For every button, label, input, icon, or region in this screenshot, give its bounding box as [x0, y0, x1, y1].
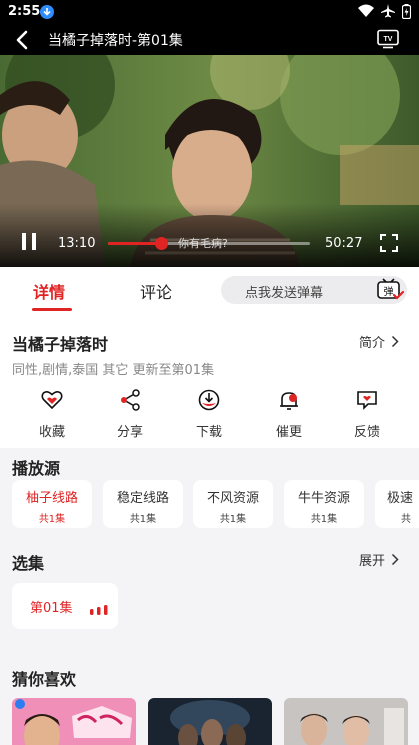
action-label: 催更 [275, 425, 302, 440]
feedback-button[interactable]: 反馈 [337, 387, 397, 440]
pause-button[interactable] [22, 233, 38, 251]
recommend-title: 猜你喜欢 [12, 670, 77, 689]
fullscreen-icon [380, 234, 398, 252]
progress-slider[interactable] [108, 237, 310, 250]
download-button[interactable]: 下载 [179, 387, 239, 440]
share-button[interactable]: 分享 [100, 387, 160, 440]
recommend-card[interactable] [148, 698, 272, 745]
recommend-card[interactable] [284, 698, 408, 745]
show-title: 当橘子掉落时 [12, 335, 109, 354]
intro-link[interactable]: 简介 [359, 332, 399, 351]
progress-fill [108, 242, 161, 245]
source-count: 共1集 [38, 514, 66, 525]
source-card[interactable]: 柚子线路 共1集 [12, 480, 92, 528]
episode-label: 第01集 [30, 601, 73, 616]
action-label: 反馈 [353, 425, 380, 440]
cast-tv-button[interactable]: TV [377, 29, 399, 53]
recommend-poster [284, 698, 408, 745]
chevron-left-icon [16, 30, 28, 50]
page-title: 当橘子掉落时-第01集 [48, 33, 183, 49]
source-name: 柚子线路 [25, 491, 78, 506]
progress-handle[interactable] [154, 237, 168, 250]
airplane-icon [381, 4, 395, 18]
action-label: 分享 [116, 425, 143, 440]
playing-indicator-icon [90, 605, 108, 615]
heart-icon [41, 391, 63, 410]
tab-comments[interactable]: 评论 [140, 279, 172, 303]
source-card[interactable]: 牛牛资源 共1集 [284, 480, 364, 528]
source-name: 稳定线路 [116, 491, 169, 506]
urge-update-button[interactable]: 催更 [259, 387, 319, 440]
favorite-button[interactable]: 收藏 [22, 387, 82, 440]
feedback-icon [357, 391, 377, 410]
tab-details[interactable]: 详情 [33, 279, 65, 303]
recommend-card[interactable] [12, 698, 136, 745]
status-time: 2:55 [8, 4, 41, 19]
player-controls: 13:10 50:27 [0, 233, 419, 257]
danmaku-placeholder: 点我发送弹幕 [245, 286, 324, 301]
episodes-title: 选集 [12, 554, 45, 573]
source-name: 不风资源 [206, 491, 259, 506]
svg-text:TV: TV [384, 36, 393, 43]
source-card[interactable]: 不风资源 共1集 [193, 480, 273, 528]
bell-icon [280, 392, 298, 410]
expand-label: 展开 [358, 554, 385, 569]
source-card[interactable]: 极速 共 [375, 480, 419, 528]
system-icons [358, 4, 411, 19]
header-bar: 当橘子掉落时-第01集 TV [0, 24, 419, 55]
back-button[interactable] [16, 30, 28, 54]
current-time: 13:10 [58, 236, 96, 251]
download-status-icon [40, 5, 54, 19]
danmaku-toggle-button[interactable]: 弹 [375, 275, 405, 309]
recommend-poster [148, 698, 272, 745]
source-count: 共 [401, 514, 411, 525]
episode-card[interactable]: 第01集 [12, 583, 118, 629]
sources-title: 播放源 [12, 459, 61, 478]
download-icon [198, 389, 220, 411]
status-bar: 2:55 [0, 0, 419, 24]
danmaku-icon: 弹 [377, 278, 405, 300]
detail-panel: 当橘子掉落时 简介 同性,剧情,泰国 其它 更新至第01集 收藏 分享 下载 催… [0, 313, 419, 448]
share-icon [121, 389, 140, 411]
source-count: 共1集 [219, 514, 247, 525]
battery-icon [402, 4, 411, 19]
source-name: 极速 [387, 491, 414, 506]
pause-icon [22, 233, 26, 250]
recommend-poster [12, 698, 136, 745]
expand-episodes-button[interactable]: 展开 [359, 550, 399, 569]
tv-icon: TV [377, 29, 399, 49]
source-count: 共1集 [310, 514, 338, 525]
danmaku-input[interactable]: 点我发送弹幕 弹 [221, 276, 407, 304]
show-meta: 同性,剧情,泰国 其它 更新至第01集 [12, 363, 215, 378]
detail-tabs: 详情 评论 点我发送弹幕 弹 [0, 267, 419, 313]
tab-indicator [32, 308, 72, 311]
video-player[interactable]: 你有毛病? 13:10 50:27 [0, 55, 419, 267]
chevron-right-icon [391, 553, 399, 566]
intro-label: 简介 [358, 336, 385, 351]
wifi-icon [358, 4, 374, 17]
action-bar: 收藏 分享 下载 催更 反馈 [0, 387, 419, 447]
total-duration: 50:27 [325, 236, 363, 251]
chevron-right-icon [391, 335, 399, 348]
action-label: 下载 [195, 425, 222, 440]
fullscreen-button[interactable] [380, 234, 398, 256]
source-card[interactable]: 稳定线路 共1集 [103, 480, 183, 528]
source-count: 共1集 [129, 514, 157, 525]
source-name: 牛牛资源 [297, 491, 350, 506]
danmaku-icon-label: 弹 [384, 285, 394, 298]
action-label: 收藏 [38, 425, 65, 440]
